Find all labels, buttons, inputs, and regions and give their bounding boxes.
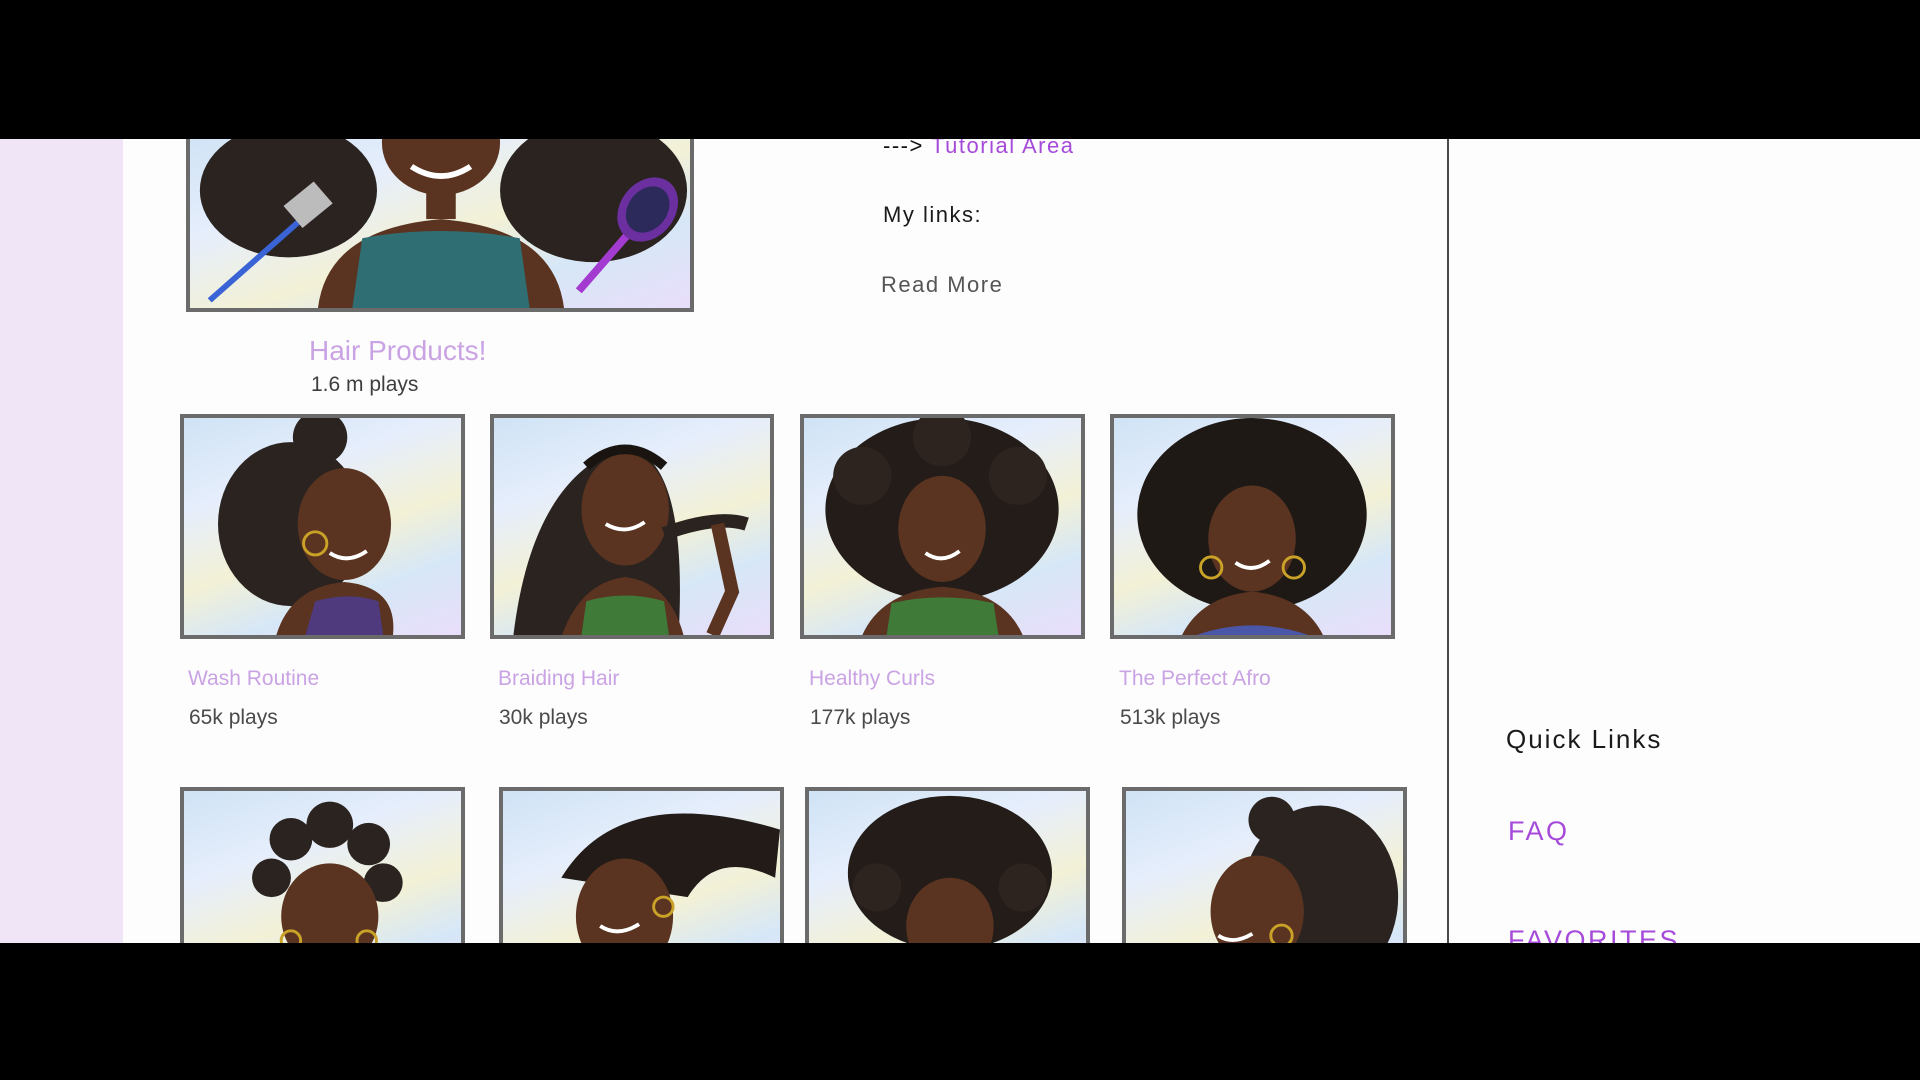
favorites-link[interactable]: FAVORITES (1508, 925, 1680, 943)
row2-2-illustration (561, 813, 780, 943)
card-thumbnail-braiding-hair[interactable] (490, 414, 774, 639)
card-thumbnail-wash-routine[interactable] (180, 414, 465, 639)
card-thumbnail-the-perfect-afro[interactable] (1110, 414, 1395, 639)
tutorial-area-link[interactable]: Tutorial Area (931, 139, 1074, 158)
card-thumbnail-row2-3[interactable] (805, 787, 1090, 943)
card-plays-wash-routine: 65k plays (189, 706, 278, 729)
arrow-text: ---> (883, 139, 924, 158)
row2-4-illustration (1210, 796, 1399, 943)
card-plays-braiding-hair: 30k plays (499, 706, 588, 729)
hero-illustration (199, 139, 688, 308)
braiding-hair-illustration (513, 444, 749, 635)
hero-play-count: 1.6 m plays (311, 373, 419, 396)
hero-title[interactable]: Hair Products! (309, 335, 486, 367)
card-thumbnail-row2-2[interactable] (499, 787, 784, 943)
card-thumbnail-row2-4[interactable] (1122, 787, 1407, 943)
card-plays-healthy-curls: 177k plays (810, 706, 911, 729)
row2-3-illustration (847, 795, 1052, 943)
my-links-label: My links: (883, 202, 983, 227)
faq-link[interactable]: FAQ (1508, 816, 1570, 847)
main-content: Hair Products! 1.6 m plays ---> Tutorial… (123, 139, 1448, 943)
letterbox-top (0, 0, 1920, 139)
wash-routine-illustration (218, 418, 394, 635)
card-title-braiding-hair[interactable]: Braiding Hair (498, 667, 619, 691)
hero-thumbnail[interactable] (186, 139, 694, 312)
card-plays-the-perfect-afro: 513k plays (1120, 706, 1221, 729)
letterbox-bottom (0, 943, 1920, 1080)
page-viewport[interactable]: Hair Products! 1.6 m plays ---> Tutorial… (0, 139, 1920, 943)
read-more-link[interactable]: Read More (881, 272, 1003, 298)
perfect-afro-illustration (1137, 418, 1367, 635)
card-thumbnail-row2-1[interactable] (180, 787, 465, 943)
tutorial-line: ---> Tutorial Area (883, 139, 1074, 159)
card-title-healthy-curls[interactable]: Healthy Curls (809, 667, 935, 691)
card-thumbnail-healthy-curls[interactable] (800, 414, 1085, 639)
card-title-the-perfect-afro[interactable]: The Perfect Afro (1119, 667, 1271, 691)
left-rail (0, 139, 123, 943)
row2-1-illustration (252, 801, 403, 943)
card-title-wash-routine[interactable]: Wash Routine (188, 667, 319, 691)
quick-links-heading: Quick Links (1506, 724, 1663, 754)
healthy-curls-illustration (825, 418, 1059, 635)
